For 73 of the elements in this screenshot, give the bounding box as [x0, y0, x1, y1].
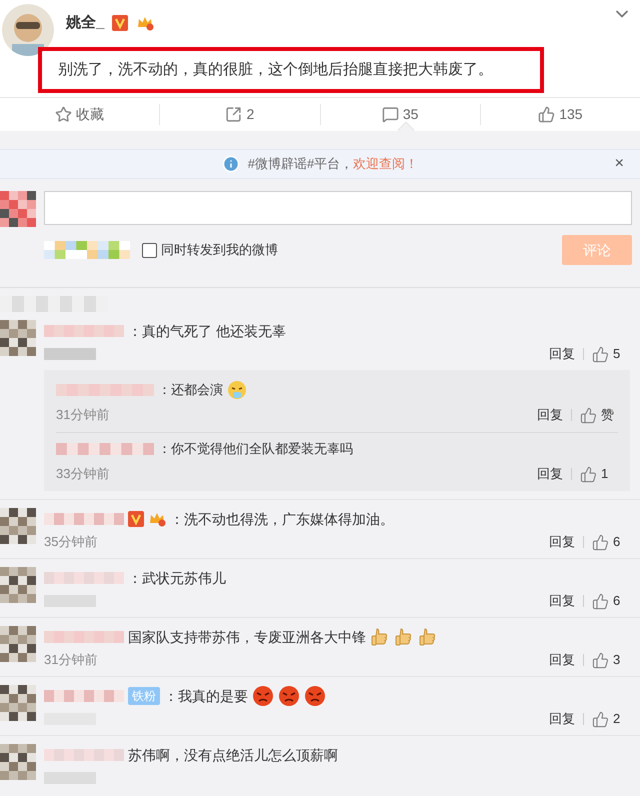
- reply-button[interactable]: 回复: [549, 591, 575, 611]
- post-text: 别洗了，洗不动的，真的很脏，这个倒地后抬腿直接把大韩废了。: [58, 60, 494, 80]
- verified-v-icon: [128, 511, 144, 527]
- thumbs-up-icon: [592, 346, 609, 362]
- comment-time: 35分钟前: [44, 533, 98, 552]
- thumbs-up-icon: [580, 406, 597, 424]
- repost-label: 同时转发到我的微博: [161, 241, 278, 260]
- thumbs-up-icon: [592, 592, 609, 610]
- like-button[interactable]: 1: [580, 464, 618, 484]
- author-name[interactable]: 姚全_: [66, 12, 104, 34]
- info-icon: [222, 155, 240, 173]
- reply-button[interactable]: 回复: [549, 650, 575, 670]
- reply-button[interactable]: 回复: [549, 709, 575, 729]
- thumbs-up-icon: [538, 106, 556, 123]
- blurred-time-drawing: [44, 772, 96, 784]
- sweating-face-icon: [227, 380, 247, 400]
- blurred-avatar-drawing: [0, 626, 36, 662]
- reply-button[interactable]: 回复: [537, 405, 563, 425]
- thumbs-up-icon: [592, 534, 609, 550]
- comment-text: ：洗不动也得洗，广东媒体得加油。: [170, 510, 394, 528]
- blurred-avatar-drawing: [0, 567, 36, 603]
- user-avatar: [2, 4, 54, 56]
- blurred-avatar-drawing: [0, 191, 36, 227]
- comment-text: 国家队支持带苏伟，专废亚洲各大中锋: [128, 628, 366, 646]
- close-button[interactable]: ×: [614, 152, 624, 176]
- like-button[interactable]: 6: [592, 591, 630, 611]
- blurred-time-drawing: [44, 348, 96, 360]
- crown-icon: [136, 15, 154, 32]
- reply-text: ：还都会演: [158, 381, 223, 400]
- reply-time: 31分钟前: [56, 406, 110, 424]
- like-button[interactable]: 赞: [580, 405, 618, 425]
- blurred-avatar-drawing: [0, 508, 36, 544]
- angry-face-icon: [278, 685, 300, 707]
- comment-text: ：我真的是要: [164, 686, 248, 706]
- comment-icon: [382, 106, 399, 123]
- crown-icon: [148, 511, 166, 527]
- thumbs-up-emoji-icon: [394, 627, 414, 647]
- reply-time: 33分钟前: [56, 465, 110, 484]
- like-button[interactable]: 3: [592, 650, 630, 670]
- blurred-avatar-drawing: [0, 744, 36, 780]
- verified-v-icon: [112, 15, 128, 32]
- reply-text: ：你不觉得他们全队都爱装无辜吗: [158, 440, 353, 458]
- like-button[interactable]: 5: [592, 344, 630, 364]
- comment-input-field[interactable]: [44, 191, 632, 225]
- star-icon: [55, 106, 72, 123]
- reply-button[interactable]: 回复: [549, 344, 575, 364]
- post-action-button[interactable]: 收藏: [0, 104, 160, 125]
- repost-checkbox[interactable]: [142, 242, 157, 258]
- thumbs-up-icon: [580, 466, 597, 482]
- like-button[interactable]: 2: [592, 709, 630, 729]
- comment-text: ：武状元苏伟儿: [128, 568, 226, 588]
- thumbs-up-icon: [592, 710, 609, 728]
- fan-tag: 铁粉: [128, 687, 160, 705]
- reply-button[interactable]: 回复: [537, 464, 563, 484]
- comment-text: 苏伟啊，没有点绝活儿怎么顶薪啊: [128, 746, 338, 764]
- blurred-time-drawing: [44, 595, 96, 607]
- angry-face-icon: [252, 685, 274, 707]
- blurred-avatar-drawing: [0, 320, 36, 356]
- angry-face-icon: [304, 685, 326, 707]
- thumbs-up-icon: [592, 652, 609, 668]
- post-action-button[interactable]: 35: [320, 104, 480, 125]
- like-button[interactable]: 6: [592, 532, 630, 552]
- post-action-button[interactable]: 135: [480, 104, 640, 125]
- thumbs-up-emoji-icon: [370, 627, 390, 647]
- post-action-button[interactable]: 2: [159, 104, 320, 125]
- comment-time: 31分钟前: [44, 651, 98, 670]
- blurred-emoji-icon: [44, 241, 130, 259]
- blurred-avatar-drawing: [0, 685, 36, 721]
- thumbs-up-emoji-icon: [418, 627, 438, 647]
- share-icon: [225, 106, 242, 123]
- reply-button[interactable]: 回复: [549, 532, 575, 552]
- comment-text: ：真的气死了 他还装无辜: [128, 322, 286, 340]
- notice-text: #微博辟谣#平台，: [248, 155, 354, 174]
